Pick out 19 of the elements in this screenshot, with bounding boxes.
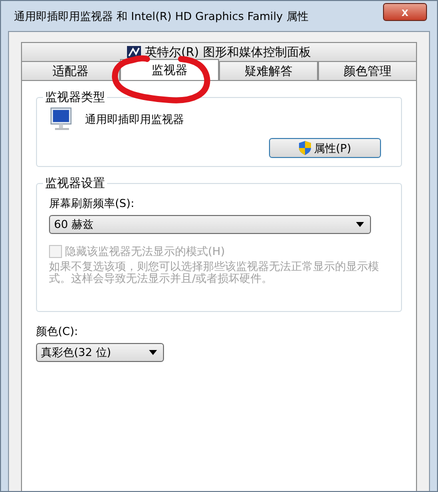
color-dropdown[interactable]: 真彩色(32 位) xyxy=(36,343,164,362)
monitor-name: 通用即插即用监视器 xyxy=(85,112,184,126)
close-button[interactable]: x xyxy=(383,3,427,21)
shield-icon xyxy=(298,141,311,155)
group-title: 监视器类型 xyxy=(44,89,106,106)
tab[interactable]: 适配器 xyxy=(21,61,120,80)
tab[interactable]: 疑难解答 xyxy=(219,61,318,80)
warning-note: 如果不复选该项，则您可以选择那些该监视器无法正常显示的显示模式。这样会导致无法显示并且/或者损坏硬件。 xyxy=(49,261,379,286)
color-label: 颜色(C): xyxy=(36,324,78,340)
window-title: 通用即插即用监视器 和 Intel(R) HD Graphics Family 属性 xyxy=(14,8,308,24)
tab[interactable]: 英特尔(R) 图形和媒体控制面板 xyxy=(21,42,417,61)
checkbox-label: 隐藏该监视器无法显示的模式(H) xyxy=(65,244,225,259)
tab[interactable]: 颜色管理 xyxy=(318,61,417,80)
group-title: 监视器设置 xyxy=(44,175,106,192)
dropdown-arrow-icon xyxy=(149,350,157,356)
dropdown-arrow-icon xyxy=(356,222,364,227)
refresh-rate-dropdown[interactable]: 60 赫兹 xyxy=(49,215,371,234)
refresh-rate-label: 屏幕刷新频率(S): xyxy=(49,196,136,211)
properties-button[interactable]: 属性(P) xyxy=(269,138,381,158)
